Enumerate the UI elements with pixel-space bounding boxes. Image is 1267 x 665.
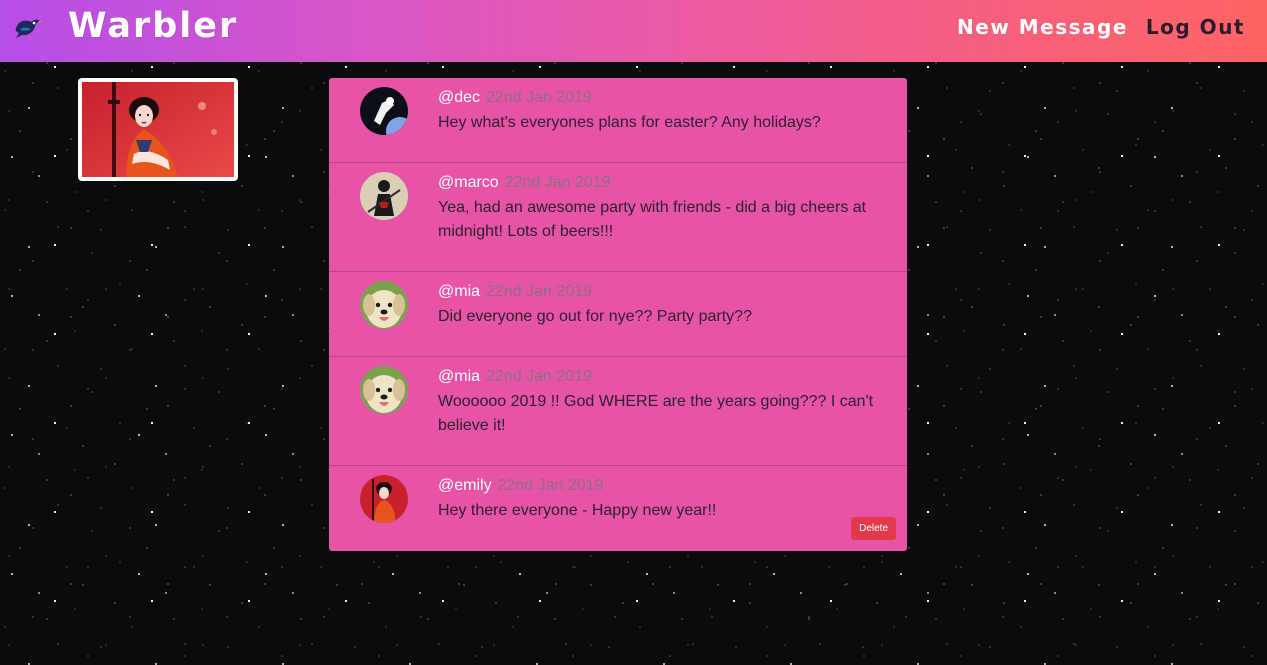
message-item[interactable]: @dec 22nd Jan 2019 Hey what's everyones p… xyxy=(329,78,907,163)
navbar: Warbler New Message Log Out xyxy=(0,0,1267,62)
geisha-avatar[interactable] xyxy=(360,475,408,523)
message-header: @emily 22nd Jan 2019 xyxy=(438,476,887,496)
puppy-avatar[interactable] xyxy=(360,281,408,329)
message-body: @marco 22nd Jan 2019 Yea, had an awesome … xyxy=(438,173,887,244)
message-body: @emily 22nd Jan 2019 Hey there everyone -… xyxy=(438,476,887,523)
message-header: @dec 22nd Jan 2019 xyxy=(438,88,887,108)
message-feed: @dec 22nd Jan 2019 Hey what's everyones p… xyxy=(329,78,907,551)
message-header: @mia 22nd Jan 2019 xyxy=(438,367,887,387)
message-timestamp: 22nd Jan 2019 xyxy=(504,174,611,191)
message-text: Did everyone go out for nye?? Party part… xyxy=(438,308,752,325)
message-text: Woooooo 2019 !! God WHERE are the years … xyxy=(438,393,874,434)
profile-image[interactable] xyxy=(82,82,234,177)
message-text: Hey what's everyones plans for easter? A… xyxy=(438,114,821,131)
username-link[interactable]: @dec xyxy=(438,89,480,106)
new-message-link[interactable]: New Message xyxy=(957,15,1128,39)
profile-card xyxy=(78,78,238,181)
username-link[interactable]: @marco xyxy=(438,174,499,191)
message-item[interactable]: @emily 22nd Jan 2019 Hey there everyone -… xyxy=(329,466,907,551)
message-header: @mia 22nd Jan 2019 xyxy=(438,282,887,302)
message-item[interactable]: @mia 22nd Jan 2019 Did everyone go out fo… xyxy=(329,272,907,357)
username-link[interactable]: @emily xyxy=(438,477,492,494)
message-item[interactable]: @mia 22nd Jan 2019 Woooooo 2019 !! God WH… xyxy=(329,357,907,466)
message-item[interactable]: @marco 22nd Jan 2019 Yea, had an awesome … xyxy=(329,163,907,272)
bird-logo-icon[interactable] xyxy=(12,13,42,41)
message-body: @dec 22nd Jan 2019 Hey what's everyones p… xyxy=(438,88,887,135)
nav-links: New Message Log Out xyxy=(957,15,1245,39)
puppy-avatar[interactable] xyxy=(360,366,408,414)
message-body: @mia 22nd Jan 2019 Woooooo 2019 !! God WH… xyxy=(438,367,887,438)
astronaut-avatar[interactable] xyxy=(360,87,408,135)
message-timestamp: 22nd Jan 2019 xyxy=(497,477,604,494)
message-text: Hey there everyone - Happy new year!! xyxy=(438,502,717,519)
username-link[interactable]: @mia xyxy=(438,368,480,385)
brand-title[interactable]: Warbler xyxy=(68,6,238,46)
message-header: @marco 22nd Jan 2019 xyxy=(438,173,887,193)
username-link[interactable]: @mia xyxy=(438,283,480,300)
delete-button[interactable]: Delete xyxy=(851,517,896,540)
message-body: @mia 22nd Jan 2019 Did everyone go out fo… xyxy=(438,282,887,329)
log-out-link[interactable]: Log Out xyxy=(1146,15,1245,39)
message-timestamp: 22nd Jan 2019 xyxy=(486,283,592,300)
message-text: Yea, had an awesome party with friends -… xyxy=(438,199,867,240)
message-timestamp: 22nd Jan 2019 xyxy=(486,89,592,106)
message-timestamp: 22nd Jan 2019 xyxy=(486,368,592,385)
samurai-avatar[interactable] xyxy=(360,172,408,220)
